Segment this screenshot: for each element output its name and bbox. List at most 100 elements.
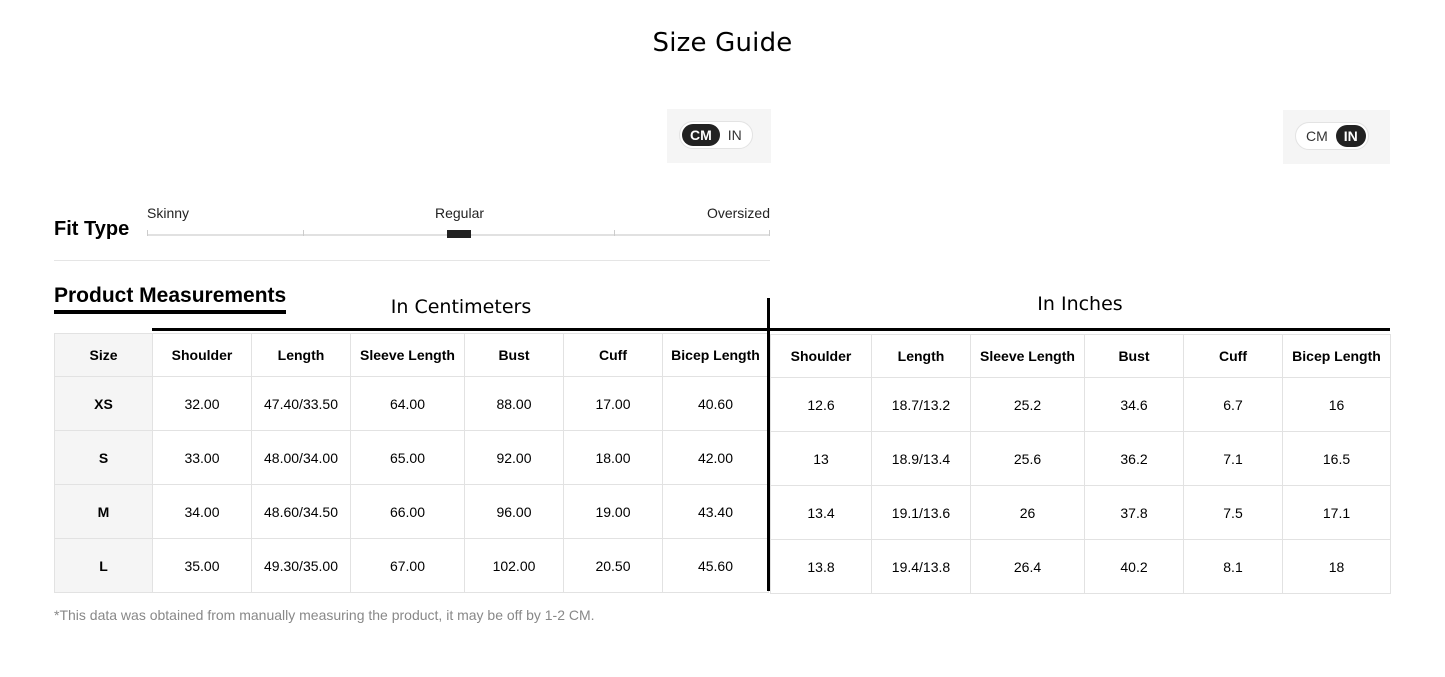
header-cell: Shoulder bbox=[152, 333, 252, 377]
header-cell: Bicep Length bbox=[1282, 334, 1391, 378]
fit-scale-tick bbox=[614, 230, 615, 236]
table-cell: 96.00 bbox=[464, 484, 564, 539]
table-cell: 17.1 bbox=[1282, 485, 1391, 540]
unit-option-cm[interactable]: CM bbox=[682, 124, 720, 146]
fit-type-label: Fit Type bbox=[54, 218, 130, 240]
table-cell: 7.5 bbox=[1183, 485, 1283, 540]
table-cell: 12.6 bbox=[770, 377, 872, 432]
unit-option-in[interactable]: IN bbox=[1335, 125, 1366, 147]
fit-scale-track bbox=[147, 230, 770, 238]
table-row: M 34.00 48.60/34.50 66.00 96.00 19.00 43… bbox=[54, 484, 769, 539]
header-cell: Size bbox=[54, 333, 153, 377]
table-cell: 47.40/33.50 bbox=[251, 376, 351, 431]
table-cell: 8.1 bbox=[1183, 539, 1283, 594]
table-cell: 40.2 bbox=[1084, 539, 1184, 594]
table-cell: 26 bbox=[970, 485, 1085, 540]
table-center-divider bbox=[767, 298, 770, 591]
table-cell: 48.00/34.00 bbox=[251, 430, 351, 485]
fit-scale-tick bbox=[303, 230, 304, 236]
table-cell: 33.00 bbox=[152, 430, 252, 485]
table-cell: 19.4/13.8 bbox=[871, 539, 971, 594]
unit-toggle-panel-in: CM IN bbox=[1283, 110, 1390, 164]
header-cell: Sleeve Length bbox=[350, 333, 465, 377]
table-cell: 18.7/13.2 bbox=[871, 377, 971, 432]
measurement-footnote: *This data was obtained from manually me… bbox=[54, 607, 595, 623]
fit-scale-tick bbox=[147, 230, 148, 236]
table-cell: 88.00 bbox=[464, 376, 564, 431]
table-row: 13.8 19.4/13.8 26.4 40.2 8.1 18 bbox=[770, 539, 1391, 594]
table-cell: 13.4 bbox=[770, 485, 872, 540]
header-cell: Cuff bbox=[1183, 334, 1283, 378]
table-cell: 20.50 bbox=[563, 538, 663, 593]
cm-section-rule bbox=[152, 328, 769, 331]
size-cell: M bbox=[54, 484, 153, 539]
table-cell: 25.2 bbox=[970, 377, 1085, 432]
table-cell: 34.6 bbox=[1084, 377, 1184, 432]
page-title: Size Guide bbox=[652, 28, 793, 58]
divider bbox=[54, 260, 770, 261]
table-cell: 36.2 bbox=[1084, 431, 1184, 486]
fit-option-skinny: Skinny bbox=[147, 205, 190, 221]
unit-option-cm[interactable]: CM bbox=[1298, 125, 1336, 147]
table-cell: 35.00 bbox=[152, 538, 252, 593]
header-cell: Bicep Length bbox=[662, 333, 769, 377]
unit-toggle-panel-cm: CM IN bbox=[667, 109, 771, 163]
table-cell: 32.00 bbox=[152, 376, 252, 431]
table-cell: 40.60 bbox=[662, 376, 769, 431]
header-cell: Bust bbox=[464, 333, 564, 377]
table-cell: 19.00 bbox=[563, 484, 663, 539]
size-cell: L bbox=[54, 538, 153, 593]
table-cell: 18 bbox=[1282, 539, 1391, 594]
table-header-row: Size Shoulder Length Sleeve Length Bust … bbox=[54, 333, 769, 377]
table-cell: 37.8 bbox=[1084, 485, 1184, 540]
table-cell: 19.1/13.6 bbox=[871, 485, 971, 540]
table-row: 13.4 19.1/13.6 26 37.8 7.5 17.1 bbox=[770, 485, 1391, 540]
table-cell: 6.7 bbox=[1183, 377, 1283, 432]
table-row: L 35.00 49.30/35.00 67.00 102.00 20.50 4… bbox=[54, 538, 769, 593]
cm-measurements-table: Size Shoulder Length Sleeve Length Bust … bbox=[54, 333, 769, 593]
unit-toggle: CM IN bbox=[1295, 122, 1369, 150]
table-row: XS 32.00 47.40/33.50 64.00 88.00 17.00 4… bbox=[54, 376, 769, 431]
fit-scale-tick bbox=[769, 230, 770, 236]
table-header-row: Shoulder Length Sleeve Length Bust Cuff … bbox=[770, 334, 1391, 378]
unit-option-in[interactable]: IN bbox=[720, 124, 750, 146]
in-section-rule bbox=[770, 328, 1390, 331]
fit-scale-marker bbox=[447, 230, 471, 238]
fit-option-regular: Regular bbox=[435, 205, 485, 221]
table-cell: 13.8 bbox=[770, 539, 872, 594]
header-cell: Cuff bbox=[563, 333, 663, 377]
table-row: 13 18.9/13.4 25.6 36.2 7.1 16.5 bbox=[770, 431, 1391, 486]
table-cell: 26.4 bbox=[970, 539, 1085, 594]
header-cell: Shoulder bbox=[770, 334, 872, 378]
size-cell: XS bbox=[54, 376, 153, 431]
table-cell: 43.40 bbox=[662, 484, 769, 539]
cm-section-label: In Centimeters bbox=[390, 296, 532, 318]
table-cell: 42.00 bbox=[662, 430, 769, 485]
table-cell: 13 bbox=[770, 431, 872, 486]
in-section-label: In Inches bbox=[1037, 293, 1123, 315]
table-cell: 92.00 bbox=[464, 430, 564, 485]
header-cell: Bust bbox=[1084, 334, 1184, 378]
table-cell: 18.9/13.4 bbox=[871, 431, 971, 486]
table-cell: 49.30/35.00 bbox=[251, 538, 351, 593]
table-cell: 67.00 bbox=[350, 538, 465, 593]
table-cell: 45.60 bbox=[662, 538, 769, 593]
in-measurements-table: Shoulder Length Sleeve Length Bust Cuff … bbox=[770, 334, 1391, 594]
table-cell: 16.5 bbox=[1282, 431, 1391, 486]
table-cell: 17.00 bbox=[563, 376, 663, 431]
table-cell: 18.00 bbox=[563, 430, 663, 485]
header-cell: Length bbox=[871, 334, 971, 378]
table-cell: 66.00 bbox=[350, 484, 465, 539]
table-cell: 25.6 bbox=[970, 431, 1085, 486]
table-cell: 7.1 bbox=[1183, 431, 1283, 486]
table-cell: 64.00 bbox=[350, 376, 465, 431]
table-cell: 48.60/34.50 bbox=[251, 484, 351, 539]
table-cell: 16 bbox=[1282, 377, 1391, 432]
table-cell: 65.00 bbox=[350, 430, 465, 485]
table-cell: 34.00 bbox=[152, 484, 252, 539]
header-cell: Length bbox=[251, 333, 351, 377]
fit-option-oversized: Oversized bbox=[706, 205, 770, 221]
table-row: 12.6 18.7/13.2 25.2 34.6 6.7 16 bbox=[770, 377, 1391, 432]
table-cell: 102.00 bbox=[464, 538, 564, 593]
header-cell: Sleeve Length bbox=[970, 334, 1085, 378]
